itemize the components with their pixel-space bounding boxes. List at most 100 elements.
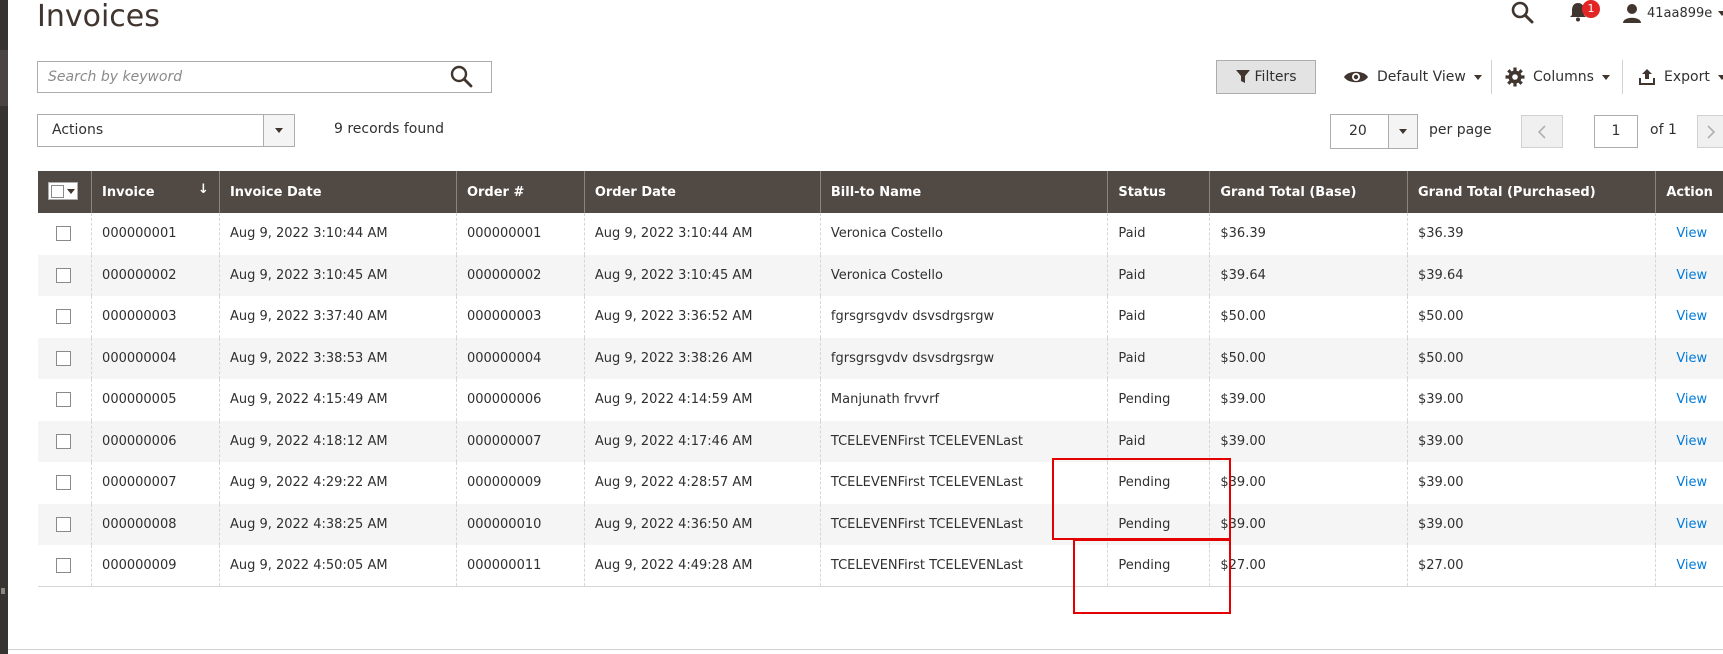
keyword-search-input[interactable] [38, 62, 428, 92]
view-invoice-link[interactable]: View [1676, 517, 1707, 532]
notifications-bell-icon[interactable]: 1 [1568, 0, 1600, 27]
view-invoice-link[interactable]: View [1676, 226, 1707, 241]
sort-descending-icon: ↓ [198, 182, 209, 197]
cell-bill-to-name: Veronica Costello [819, 213, 1108, 255]
table-row[interactable]: 000000009 Aug 9, 2022 4:50:05 AM 000000011… [38, 545, 1723, 587]
grid-body: 000000001 Aug 9, 2022 3:10:44 AM 000000001… [38, 213, 1723, 587]
cell-invoice: 000000002 [91, 254, 220, 296]
cell-invoice: 000000007 [91, 462, 220, 504]
row-select-cell [38, 462, 92, 504]
row-checkbox[interactable] [56, 267, 71, 283]
invoices-grid: Invoice ↓ Invoice Date Order # Order Date… [38, 171, 1723, 587]
cell-order-number: 000000004 [455, 337, 585, 379]
cell-action: View [1655, 213, 1723, 255]
cell-invoice: 000000001 [91, 213, 220, 255]
view-invoice-link[interactable]: View [1676, 268, 1707, 283]
row-select-cell [38, 296, 92, 338]
cell-action: View [1655, 462, 1723, 504]
default-view-dropdown[interactable]: Default View [1343, 60, 1482, 94]
view-invoice-link[interactable]: View [1676, 309, 1707, 324]
column-header-order-number[interactable]: Order # [455, 171, 585, 213]
column-header-invoice-date[interactable]: Invoice Date [218, 171, 457, 213]
column-header-order-date[interactable]: Order Date [583, 171, 821, 213]
export-icon [1639, 69, 1655, 85]
cell-order-number: 000000010 [455, 503, 585, 545]
cell-order-number: 000000002 [455, 254, 585, 296]
per-page-value: 20 [1349, 123, 1367, 139]
select-all-checkbox[interactable] [51, 184, 64, 198]
view-invoice-link[interactable]: View [1676, 392, 1707, 407]
column-header-grand-total-base[interactable]: Grand Total (Base) [1209, 171, 1408, 213]
mass-actions-dropdown[interactable]: Actions [37, 114, 295, 147]
filters-button[interactable]: Filters [1216, 60, 1316, 94]
chevron-right-icon [1706, 124, 1715, 139]
row-checkbox[interactable] [56, 558, 71, 573]
cell-invoice: 000000004 [91, 337, 220, 379]
view-invoice-link[interactable]: View [1676, 558, 1707, 573]
mass-select-header [38, 171, 92, 213]
column-header-action: Action [1655, 171, 1723, 213]
columns-dropdown[interactable]: Columns [1505, 60, 1610, 94]
table-row[interactable]: 000000001 Aug 9, 2022 3:10:44 AM 000000001… [38, 213, 1723, 255]
column-header-grand-total-purchased[interactable]: Grand Total (Purchased) [1406, 171, 1656, 213]
row-checkbox[interactable] [56, 475, 71, 491]
row-checkbox[interactable] [56, 433, 71, 449]
column-header-status[interactable]: Status [1107, 171, 1210, 213]
chevron-down-icon [1473, 74, 1482, 80]
admin-sidebar-edge [0, 0, 8, 654]
cell-grand-total-purchased: $27.00 [1406, 545, 1656, 587]
cell-invoice-date: Aug 9, 2022 4:38:25 AM [218, 503, 457, 545]
table-row[interactable]: 000000005 Aug 9, 2022 4:15:49 AM 000000006… [38, 379, 1723, 421]
current-page-input[interactable]: 1 [1594, 115, 1638, 148]
row-checkbox[interactable] [56, 226, 71, 242]
global-search-icon[interactable] [1510, 0, 1536, 26]
table-row[interactable]: 000000008 Aug 9, 2022 4:38:25 AM 000000010… [38, 503, 1723, 545]
per-page-label: per page [1429, 122, 1492, 138]
chevron-down-icon [1601, 74, 1610, 80]
previous-page-button[interactable] [1521, 115, 1563, 148]
row-select-cell [38, 420, 92, 462]
cell-status: Pending [1107, 545, 1210, 587]
per-page-select[interactable]: 20 [1330, 114, 1418, 149]
table-row[interactable]: 000000006 Aug 9, 2022 4:18:12 AM 000000007… [38, 420, 1723, 462]
row-checkbox[interactable] [56, 516, 71, 532]
cell-grand-total-base: $39.00 [1209, 420, 1408, 462]
cell-status: Paid [1107, 420, 1210, 462]
export-label: Export [1664, 69, 1710, 85]
admin-user-menu[interactable]: 41aa899e [1623, 1, 1723, 25]
table-row[interactable]: 000000007 Aug 9, 2022 4:29:22 AM 000000009… [38, 462, 1723, 504]
next-page-button[interactable] [1697, 115, 1723, 148]
cell-grand-total-base: $39.00 [1209, 379, 1408, 421]
cell-order-date: Aug 9, 2022 3:10:45 AM [583, 254, 821, 296]
page-title: Invoices [37, 0, 160, 34]
cell-invoice-date: Aug 9, 2022 3:10:45 AM [218, 254, 457, 296]
cell-bill-to-name: fgrsgrsgvdv dsvsdrgsrgw [819, 296, 1108, 338]
row-checkbox[interactable] [56, 392, 71, 408]
cell-order-date: Aug 9, 2022 4:36:50 AM [583, 503, 821, 545]
gear-icon [1505, 67, 1525, 87]
row-checkbox[interactable] [56, 309, 71, 325]
cell-grand-total-base: $39.00 [1209, 462, 1408, 504]
view-invoice-link[interactable]: View [1676, 434, 1707, 449]
export-dropdown[interactable]: Export [1638, 60, 1723, 94]
default-view-label: Default View [1377, 69, 1466, 85]
cell-bill-to-name: TCELEVENFirst TCELEVENLast [819, 462, 1108, 504]
notification-count-badge: 1 [1582, 0, 1600, 18]
column-header-bill-to-name[interactable]: Bill-to Name [819, 171, 1108, 213]
search-icon[interactable] [449, 64, 475, 90]
cell-status: Pending [1107, 379, 1210, 421]
row-checkbox[interactable] [56, 350, 71, 366]
cell-status: Paid [1107, 296, 1210, 338]
filters-label: Filters [1254, 69, 1297, 85]
toolbar-divider [1491, 60, 1492, 94]
view-invoice-link[interactable]: View [1676, 475, 1707, 490]
cell-grand-total-purchased: $39.00 [1406, 503, 1656, 545]
cell-action: View [1655, 379, 1723, 421]
column-header-invoice[interactable]: Invoice ↓ [91, 171, 220, 213]
table-row[interactable]: 000000002 Aug 9, 2022 3:10:45 AM 000000002… [38, 254, 1723, 296]
table-row[interactable]: 000000003 Aug 9, 2022 3:37:40 AM 000000003… [38, 296, 1723, 338]
view-invoice-link[interactable]: View [1676, 351, 1707, 366]
mass-select-dropdown[interactable] [48, 182, 78, 201]
chevron-down-icon [1717, 74, 1723, 80]
table-row[interactable]: 000000004 Aug 9, 2022 3:38:53 AM 000000004… [38, 337, 1723, 379]
